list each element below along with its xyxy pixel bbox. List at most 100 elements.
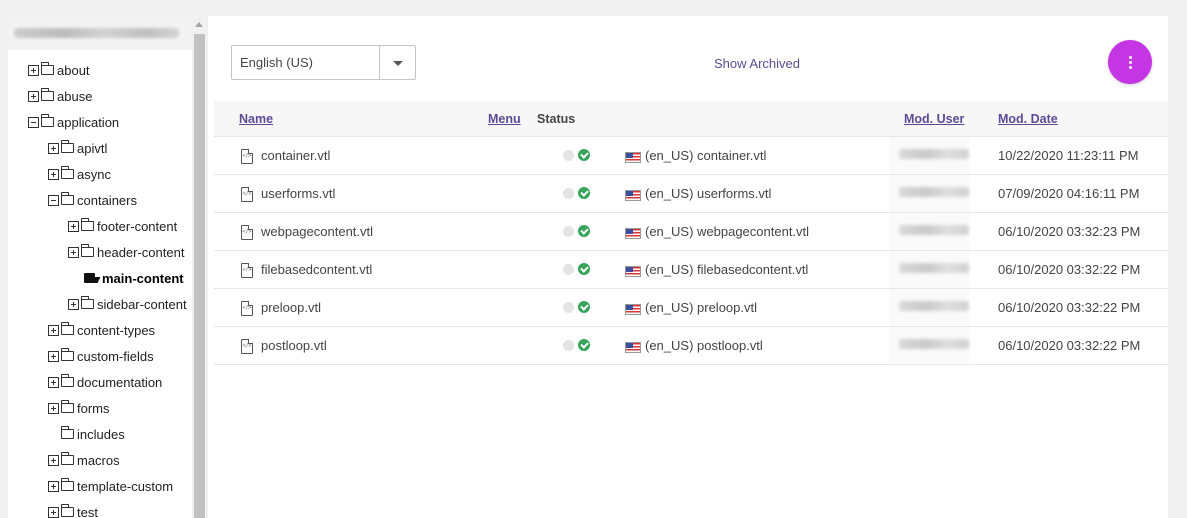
tree-item[interactable]: main-content bbox=[68, 269, 184, 287]
table-row[interactable]: userforms.vtl (en_US) userforms.vtl 07/09/… bbox=[214, 175, 1168, 213]
us-flag-icon bbox=[625, 304, 641, 315]
file-name[interactable]: preloop.vtl bbox=[261, 300, 321, 315]
tree-item-label: about bbox=[57, 62, 90, 78]
mod-date: 10/22/2020 11:23:11 PM bbox=[998, 148, 1139, 163]
collapse-minus-icon[interactable] bbox=[48, 194, 59, 206]
folder-icon bbox=[61, 426, 74, 439]
tree-item[interactable]: containers bbox=[48, 191, 137, 209]
column-header-menu[interactable]: Menu bbox=[488, 112, 521, 126]
mod-date: 07/09/2020 04:16:11 PM bbox=[998, 186, 1140, 201]
folder-icon bbox=[81, 296, 94, 309]
status-dot-icon bbox=[563, 302, 574, 313]
folder-icon bbox=[41, 88, 54, 101]
expand-plus-icon[interactable] bbox=[48, 506, 59, 518]
tree-item[interactable]: content-types bbox=[48, 321, 155, 339]
file-name[interactable]: userforms.vtl bbox=[261, 186, 335, 201]
tree-scrollbar[interactable] bbox=[193, 16, 206, 518]
tree-item-label: footer-content bbox=[97, 218, 178, 234]
check-circle-icon bbox=[578, 301, 590, 313]
expand-plus-icon[interactable] bbox=[48, 454, 59, 466]
expand-plus-icon[interactable] bbox=[48, 350, 59, 362]
tree-item[interactable]: test bbox=[48, 503, 98, 518]
mod-date: 06/10/2020 03:32:22 PM bbox=[998, 262, 1141, 277]
tree-item[interactable]: header-content bbox=[68, 243, 184, 261]
table-row[interactable]: filebasedcontent.vtl (en_US) filebasedcon… bbox=[214, 251, 1168, 289]
tree-item[interactable]: custom-fields bbox=[48, 347, 154, 365]
actions-menu-button[interactable] bbox=[1108, 40, 1152, 84]
folder-icon bbox=[61, 192, 74, 205]
table-row[interactable]: webpagecontent.vtl (en_US) webpagecontent… bbox=[214, 213, 1168, 251]
expand-plus-icon[interactable] bbox=[48, 376, 59, 388]
tree-item[interactable]: about bbox=[28, 61, 90, 79]
folder-open-icon bbox=[84, 273, 99, 283]
expand-plus-icon[interactable] bbox=[48, 480, 59, 492]
vertical-dots-icon bbox=[1128, 55, 1132, 59]
tree-item[interactable]: documentation bbox=[48, 373, 162, 391]
us-flag-icon bbox=[625, 228, 641, 239]
tree-item-label: main-content bbox=[102, 270, 184, 286]
table-row[interactable]: postloop.vtl (en_US) postloop.vtl 06/10/20… bbox=[214, 327, 1168, 365]
file-name[interactable]: webpagecontent.vtl bbox=[261, 224, 373, 239]
tree-item[interactable]: abuse bbox=[28, 87, 92, 105]
file-code-icon bbox=[241, 187, 253, 202]
expand-plus-icon[interactable] bbox=[68, 298, 79, 310]
file-name[interactable]: container.vtl bbox=[261, 148, 330, 163]
folder-icon bbox=[61, 400, 74, 413]
tree-item[interactable]: async bbox=[48, 165, 111, 183]
tree-item-label: template-custom bbox=[77, 478, 174, 494]
host-selector[interactable] bbox=[8, 16, 192, 50]
file-code-icon bbox=[241, 301, 253, 316]
folder-icon bbox=[61, 452, 74, 465]
table-row[interactable]: container.vtl (en_US) container.vtl 10/22/… bbox=[214, 137, 1168, 175]
expand-plus-icon[interactable] bbox=[68, 246, 79, 258]
tree-item[interactable]: macros bbox=[48, 451, 120, 469]
file-name[interactable]: filebasedcontent.vtl bbox=[261, 262, 372, 277]
column-header-mod-user[interactable]: Mod. User bbox=[904, 112, 964, 126]
table-header: Name Menu Status Mod. User Mod. Date bbox=[214, 101, 1168, 137]
tree-item[interactable]: forms bbox=[48, 399, 110, 417]
scrollbar-thumb[interactable] bbox=[194, 34, 205, 518]
show-archived-link[interactable]: Show Archived bbox=[714, 56, 800, 71]
check-circle-icon bbox=[578, 149, 590, 161]
content-panel: English (US) Show Archived Name Menu Sta… bbox=[208, 16, 1168, 518]
expand-plus-icon[interactable] bbox=[48, 324, 59, 336]
expand-plus-icon[interactable] bbox=[48, 168, 59, 180]
chevron-down-icon[interactable] bbox=[380, 46, 415, 79]
column-header-name[interactable]: Name bbox=[239, 112, 273, 126]
tree-item[interactable]: apivtl bbox=[48, 139, 107, 157]
folder-icon bbox=[61, 374, 74, 387]
tree-item[interactable]: includes bbox=[48, 425, 125, 443]
expand-plus-icon[interactable] bbox=[28, 64, 39, 76]
expand-plus-icon[interactable] bbox=[68, 220, 79, 232]
tree-item[interactable]: template-custom bbox=[48, 477, 173, 495]
expand-plus-icon[interactable] bbox=[48, 402, 59, 414]
file-code-icon bbox=[241, 225, 253, 240]
folder-icon bbox=[61, 140, 74, 153]
folder-icon bbox=[61, 478, 74, 491]
collapse-minus-icon[interactable] bbox=[28, 116, 39, 128]
mod-user-redacted bbox=[899, 187, 969, 197]
column-header-mod-date[interactable]: Mod. Date bbox=[998, 112, 1058, 126]
tree-item-label: custom-fields bbox=[77, 348, 154, 364]
mod-user-redacted bbox=[899, 225, 969, 235]
tree-item[interactable]: sidebar-content bbox=[68, 295, 187, 313]
tree-item-label: sidebar-content bbox=[97, 296, 187, 312]
expand-plus-icon[interactable] bbox=[28, 90, 39, 102]
language-select[interactable]: English (US) bbox=[231, 45, 416, 80]
table-row[interactable]: preloop.vtl (en_US) preloop.vtl 06/10/2020… bbox=[214, 289, 1168, 327]
tree-item-label: application bbox=[57, 114, 120, 130]
scroll-up-arrow-icon[interactable] bbox=[195, 22, 203, 27]
mod-date: 06/10/2020 03:32:22 PM bbox=[998, 338, 1141, 353]
tree-item[interactable]: footer-content bbox=[68, 217, 177, 235]
language-select-value[interactable]: English (US) bbox=[232, 46, 380, 79]
check-circle-icon bbox=[578, 187, 590, 199]
us-flag-icon bbox=[625, 342, 641, 353]
folder-icon bbox=[81, 218, 94, 231]
expand-plus-icon[interactable] bbox=[48, 142, 59, 154]
file-name[interactable]: postloop.vtl bbox=[261, 338, 327, 353]
tree-item[interactable]: application bbox=[28, 113, 119, 131]
mod-user-redacted bbox=[899, 263, 969, 273]
mod-user-redacted bbox=[899, 301, 969, 311]
status-dot-icon bbox=[563, 226, 574, 237]
folder-icon bbox=[41, 114, 54, 127]
